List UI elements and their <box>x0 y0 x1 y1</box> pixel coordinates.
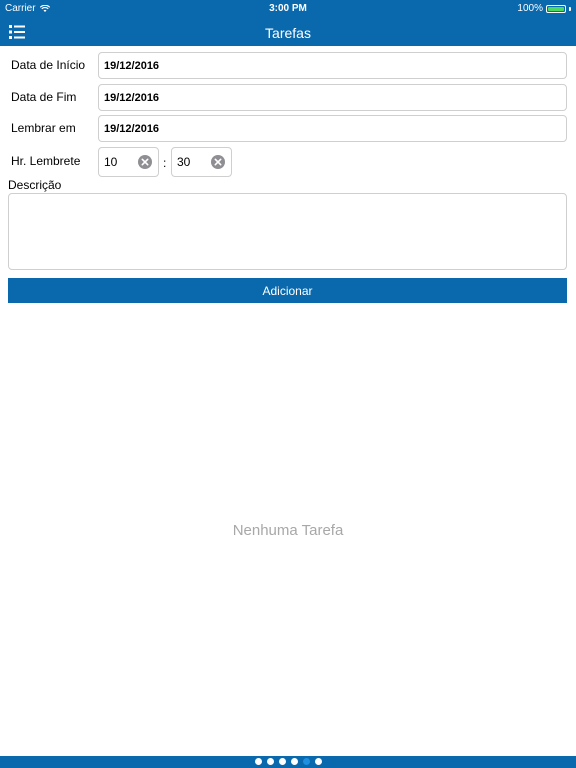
battery-icon <box>546 4 566 13</box>
start-date-label: Data de Início <box>11 58 86 72</box>
hour-value: 10 <box>104 155 118 169</box>
top-bar: Carrier 3:00 PM 100% Tarefas <box>0 0 576 46</box>
time-separator: : <box>163 156 167 170</box>
remind-date-value: 19/12/2016 <box>104 122 160 135</box>
end-date-value: 19/12/2016 <box>104 91 160 104</box>
remind-date-field[interactable]: 19/12/2016 <box>98 115 567 142</box>
page-dot[interactable] <box>314 758 322 765</box>
reminder-hour-label: Hr. Lembrete <box>11 154 81 168</box>
clear-hour-icon[interactable] <box>138 155 152 169</box>
minute-field[interactable]: 30 <box>171 147 232 177</box>
remind-date-label: Lembrar em <box>11 121 76 135</box>
clear-minute-icon[interactable] <box>211 155 225 169</box>
empty-state-text: Nenhuma Tarefa <box>232 522 344 539</box>
description-label: Descrição <box>8 178 62 192</box>
add-button[interactable]: Adicionar <box>8 278 567 303</box>
page-dot[interactable] <box>278 758 286 765</box>
clock: 3:00 PM <box>269 3 307 14</box>
start-date-value: 19/12/2016 <box>104 59 160 72</box>
page-title: Tarefas <box>265 25 311 41</box>
page-dot[interactable] <box>254 758 262 765</box>
battery-area: 100% <box>517 3 571 14</box>
page-dot[interactable] <box>266 758 274 765</box>
page-dot[interactable] <box>290 758 298 765</box>
minute-value: 30 <box>177 155 191 169</box>
battery-tip <box>569 6 571 11</box>
description-textarea[interactable] <box>8 193 567 270</box>
bottom-bar <box>0 756 576 768</box>
hour-field[interactable]: 10 <box>98 147 159 177</box>
end-date-label: Data de Fim <box>11 90 77 104</box>
start-date-field[interactable]: 19/12/2016 <box>98 52 567 79</box>
status-bar: Carrier 3:00 PM 100% <box>0 0 576 16</box>
page-indicator[interactable] <box>0 758 576 765</box>
page-dot[interactable] <box>302 758 310 765</box>
battery-percent: 100% <box>517 3 543 14</box>
end-date-field[interactable]: 19/12/2016 <box>98 84 567 111</box>
